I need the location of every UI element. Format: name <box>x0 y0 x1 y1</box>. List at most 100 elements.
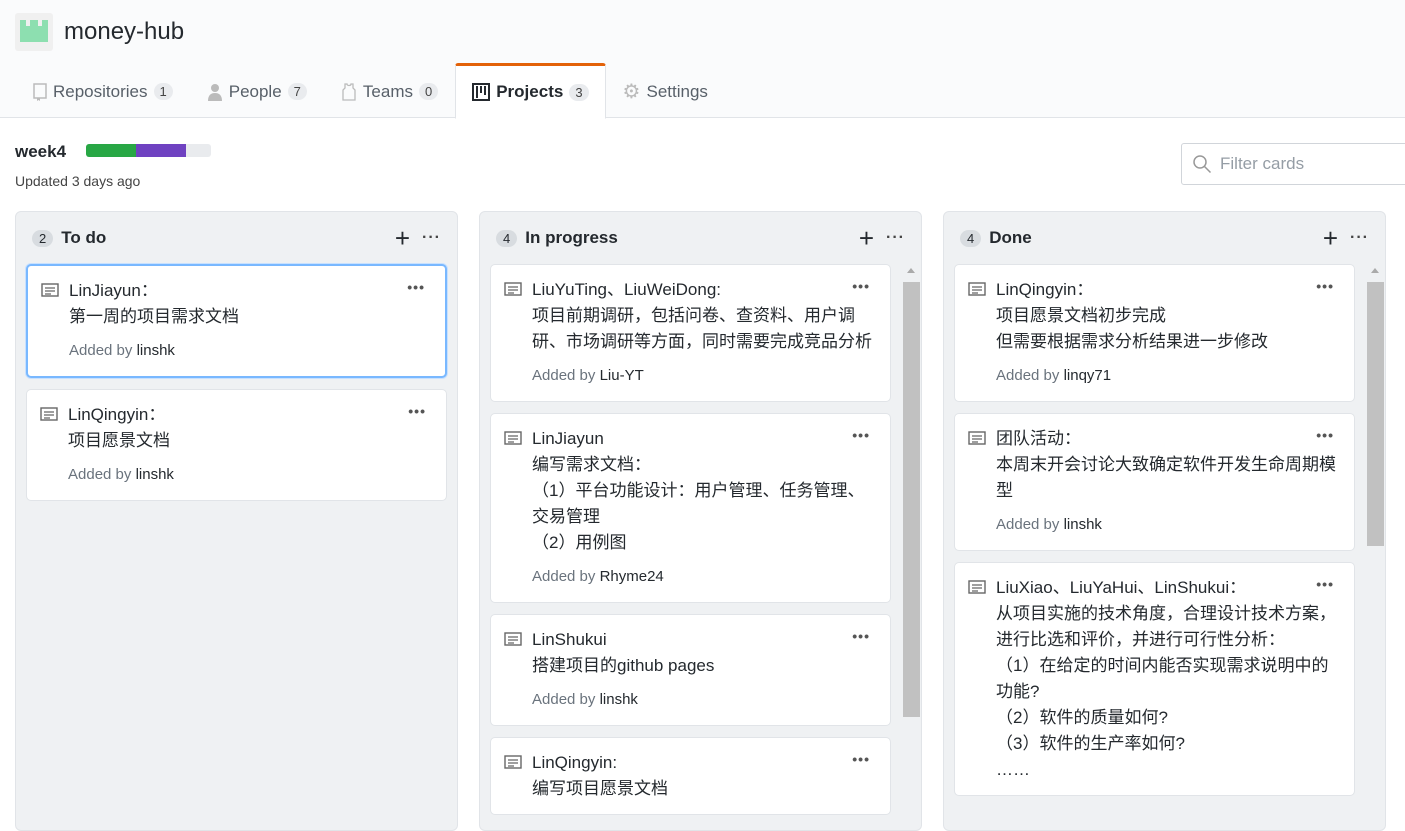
tab-label: Projects <box>496 82 564 101</box>
note-card[interactable]: ••• 团队活动： 本周末开会讨论大致确定软件开发生命周期模型 Added by li… <box>954 413 1355 551</box>
note-icon <box>41 283 59 297</box>
card-text: LinJiayun <box>532 429 604 448</box>
project-updated: Updated 3 days ago <box>15 173 141 189</box>
column-header: 2 To do + ··· <box>16 212 457 264</box>
tab-label: Teams <box>362 81 413 101</box>
card-added-by: Added by linshk <box>68 462 434 488</box>
project-progress-bar <box>86 144 211 157</box>
tab-count: 3 <box>569 83 589 101</box>
scroll-up-arrow[interactable] <box>907 268 915 273</box>
project-icon <box>472 83 491 101</box>
card-text: （3）软件的生产率如何? <box>996 734 1185 753</box>
card-text: 编写需求文档： <box>532 455 651 474</box>
card-text: 本周末开会讨论大致确定软件开发生命周期模型 <box>996 455 1336 500</box>
added-by-label: Added by <box>532 568 600 585</box>
card-text: 项目愿景文档 <box>68 431 170 450</box>
note-card[interactable]: ••• LiuYuTing、LiuWeiDong: 项目前期调研，包括问卷、查资料、… <box>490 264 891 402</box>
note-card[interactable]: ••• LinShukui 搭建项目的github pages Added by li… <box>490 614 891 726</box>
card-author-link[interactable]: linqy71 <box>1064 367 1112 384</box>
added-by-label: Added by <box>996 367 1064 384</box>
card-text: 搭建项目的github pages <box>532 656 715 675</box>
tab-projects[interactable]: Projects 3 <box>455 63 606 119</box>
note-icon <box>968 580 986 594</box>
note-card[interactable]: ••• LinQingyin: 编写项目愿景文档 <box>490 737 891 815</box>
card-author-link[interactable]: linshk <box>600 691 638 708</box>
card-added-by: Added by linqy71 <box>996 363 1342 389</box>
project-title: week4 <box>15 142 67 161</box>
tab-count: 0 <box>418 83 439 100</box>
scroll-up-arrow[interactable] <box>1371 268 1379 273</box>
column-count: 4 <box>960 229 982 247</box>
card-author-link[interactable]: linshk <box>136 466 174 483</box>
column-title: In progress <box>525 228 618 247</box>
card-author-link[interactable]: linshk <box>1064 516 1102 533</box>
search-icon <box>1193 155 1212 174</box>
column-count: 4 <box>496 229 518 247</box>
column-scrollbar[interactable] <box>901 264 920 830</box>
scrollbar-thumb[interactable] <box>903 282 920 717</box>
add-card-button[interactable]: + <box>1323 225 1338 251</box>
card-text: （1）平台功能设计：用户管理、任务管理、交易管理 <box>532 481 865 526</box>
card-menu-button[interactable]: ••• <box>852 273 870 299</box>
add-card-button[interactable]: + <box>395 225 410 251</box>
tab-teams[interactable]: Teams 0 <box>324 63 455 118</box>
person-icon <box>207 83 223 101</box>
column-in-progress: 4 In progress + ··· ••• LiuYuTing、LiuWeiD… <box>479 211 922 831</box>
column-menu-button[interactable]: ··· <box>422 229 441 247</box>
card-menu-button[interactable]: ••• <box>1316 571 1334 597</box>
note-card[interactable]: ••• LiuXiao、LiuYaHui、LinShukui： 从项目实施的技术角度… <box>954 562 1355 796</box>
column-title: To do <box>61 228 107 247</box>
add-card-button[interactable]: + <box>859 225 874 251</box>
card-menu-button[interactable]: ••• <box>1316 422 1334 448</box>
jersey-icon <box>341 82 357 101</box>
card-text: LinQingyin： <box>996 280 1094 299</box>
column-count: 2 <box>32 229 54 247</box>
card-list: ••• LinJiayun： 第一周的项目需求文档 Added by linshk •… <box>16 264 457 512</box>
gear-icon: ⚙ <box>622 81 641 103</box>
column-header: 4 In progress + ··· <box>480 212 921 264</box>
card-author-link[interactable]: Liu-YT <box>600 367 644 384</box>
note-icon <box>504 632 522 646</box>
note-card[interactable]: ••• LinQingyin： 项目愿景文档 Added by linshk <box>26 389 447 501</box>
note-card[interactable]: ••• LinQingyin： 项目愿景文档初步完成 但需要根据需求分析结果进一步修改… <box>954 264 1355 402</box>
card-menu-button[interactable]: ••• <box>1316 273 1334 299</box>
card-added-by: Added by linshk <box>532 687 878 713</box>
column-to-do: 2 To do + ··· ••• LinJiayun： 第一周的项目需求文档 Add… <box>15 211 458 831</box>
note-icon <box>504 431 522 445</box>
card-author-link[interactable]: Rhyme24 <box>600 568 664 585</box>
note-icon <box>504 282 522 296</box>
tab-people[interactable]: People 7 <box>190 63 324 118</box>
card-menu-button[interactable]: ••• <box>408 398 426 424</box>
card-text: 第一周的项目需求文档 <box>69 307 239 326</box>
org-name[interactable]: money-hub <box>64 18 184 46</box>
note-icon <box>968 431 986 445</box>
card-text: 团队活动： <box>996 429 1081 448</box>
scrollbar-thumb[interactable] <box>1367 282 1384 546</box>
org-tabs: Repositories 1 People 7 Teams 0 Projects 3 ⚙… <box>16 63 725 119</box>
card-list: ••• LinQingyin： 项目愿景文档初步完成 但需要根据需求分析结果进一步修改… <box>944 264 1365 807</box>
org-avatar[interactable] <box>15 13 53 51</box>
note-card[interactable]: ••• LinJiayun： 第一周的项目需求文档 Added by linshk <box>26 264 447 378</box>
progress-done-segment <box>86 144 136 157</box>
card-menu-button[interactable]: ••• <box>852 746 870 772</box>
column-menu-button[interactable]: ··· <box>1350 229 1369 247</box>
card-text: 从项目实施的技术角度，合理设计技术方案，进行比选和评价，并进行可行性分析： <box>996 604 1336 649</box>
tab-settings[interactable]: ⚙ Settings <box>606 63 725 118</box>
card-author-link[interactable]: linshk <box>137 342 175 359</box>
card-menu-button[interactable]: ••• <box>852 422 870 448</box>
card-list: ••• LiuYuTing、LiuWeiDong: 项目前期调研，包括问卷、查资料、… <box>480 264 901 826</box>
note-card[interactable]: ••• LinJiayun 编写需求文档： （1）平台功能设计：用户管理、任务管理、交… <box>490 413 891 603</box>
tab-repositories[interactable]: Repositories 1 <box>16 63 190 118</box>
card-menu-button[interactable]: ••• <box>852 623 870 649</box>
card-text: LinQingyin: <box>532 753 618 772</box>
card-text: …… <box>996 760 1030 779</box>
card-added-by: Added by linshk <box>69 338 433 364</box>
column-scrollbar[interactable] <box>1365 264 1384 830</box>
card-text: （1）在给定的时间内能否实现需求说明中的功能? <box>996 656 1329 701</box>
card-text: 项目愿景文档初步完成 <box>996 306 1166 325</box>
filter-cards-input[interactable]: Filter cards <box>1181 143 1405 185</box>
card-added-by: Added by Liu-YT <box>532 363 878 389</box>
column-menu-button[interactable]: ··· <box>886 229 905 247</box>
card-menu-button[interactable]: ••• <box>407 274 425 300</box>
tab-count: 7 <box>287 83 307 100</box>
